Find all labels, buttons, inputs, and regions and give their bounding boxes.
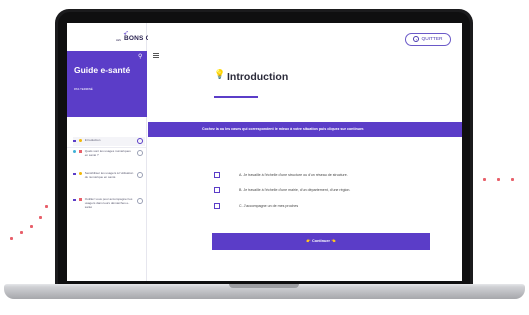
decor-dot (483, 178, 486, 181)
sidebar-item-label: Quels sont les usages numériques en sant… (84, 149, 131, 157)
quit-button[interactable]: ‹ QUITTER (405, 33, 451, 46)
sidebar-title: Guide e-santé (74, 65, 131, 75)
sidebar: ➶ LES BONS CLICS ⚲ Guide e-santé PAS TER… (67, 23, 166, 281)
checkbox[interactable] (214, 203, 220, 209)
quit-label: QUITTER (421, 37, 443, 42)
decor-dot (20, 231, 23, 234)
diamond-icon (73, 150, 76, 153)
checkbox[interactable] (214, 187, 220, 193)
decor-dot (45, 205, 48, 208)
option-label: A. Je travaille à l'échelle d'une struct… (239, 173, 348, 177)
lightbulb-icon: 💡 (214, 69, 226, 79)
star-icon (78, 172, 82, 175)
instruction-banner: Cochez la ou les cases qui correspondent… (148, 122, 462, 137)
sidebar-item-introduction[interactable]: Introduction (73, 137, 145, 146)
decor-dot (511, 178, 514, 181)
pointing-hand-icon: 👈 (331, 239, 336, 243)
continue-label: Continuer (312, 239, 330, 243)
option-c[interactable]: C. J'accompagne un de mes proches (214, 203, 454, 211)
option-a[interactable]: A. Je travaille à l'échelle d'une struct… (214, 172, 454, 180)
sidebar-header: ⚲ Guide e-santé PAS TERMINÉ (67, 51, 147, 117)
checkbox[interactable] (214, 172, 220, 178)
divider (67, 147, 146, 148)
lightbulb-icon (78, 139, 82, 142)
page-title: Introduction (227, 71, 289, 83)
decor-dot (497, 178, 500, 181)
progress-ring-icon (137, 198, 143, 204)
main-content: ‹ QUITTER 💡 Introduction Cochez la ou les… (148, 23, 462, 281)
sidebar-item-sensibiliser[interactable]: Sensibiliser les usagers à l'utilisation… (73, 171, 145, 180)
progress-status: PAS TERMINÉ (74, 87, 93, 91)
decor-dot (30, 225, 33, 228)
menu-icon (73, 139, 76, 142)
hamburger-menu-icon[interactable] (153, 53, 159, 59)
sidebar-item-outillez[interactable]: Outillez vous pour accompagner les usage… (73, 197, 145, 209)
continue-button[interactable]: 👉 Continuer 👈 (212, 233, 430, 250)
laptop-screen: ➶ LES BONS CLICS ⚲ Guide e-santé PAS TER… (67, 23, 462, 281)
progress-ring-icon (137, 172, 143, 178)
title-underline (214, 96, 258, 98)
laptop-base (4, 287, 525, 299)
sidebar-item-label: Sensibiliser les usagers à l'utilisation… (84, 171, 134, 179)
sidebar-item-usages[interactable]: Quels sont les usages numériques en sant… (73, 149, 145, 158)
menu-icon (73, 172, 76, 175)
chevron-left-icon: ‹ (413, 35, 420, 42)
laptop-notch (229, 284, 299, 288)
chart-icon (78, 150, 82, 153)
sidebar-item-label: Outillez vous pour accompagner les usage… (84, 197, 133, 209)
logo-small-text: LES (116, 39, 121, 42)
toolbox-icon (78, 198, 82, 201)
progress-ring-icon (137, 150, 143, 156)
pointing-hand-icon: 👉 (306, 239, 311, 243)
progress-ring-icon (137, 138, 143, 144)
instruction-text: Cochez la ou les cases qui correspondent… (202, 127, 365, 131)
option-b[interactable]: B. Je travaille à l'échelle d'une mairie… (214, 187, 454, 195)
menu-icon (73, 198, 76, 201)
option-label: B. Je travaille à l'échelle d'une mairie… (239, 188, 351, 192)
product-mockup: ➶ LES BONS CLICS ⚲ Guide e-santé PAS TER… (0, 0, 529, 315)
decor-dot (39, 216, 42, 219)
decor-dot (10, 237, 13, 240)
sidebar-item-label: Introduction (84, 138, 101, 142)
search-icon[interactable]: ⚲ (138, 53, 142, 60)
option-label: C. J'accompagne un de mes proches (239, 204, 299, 208)
